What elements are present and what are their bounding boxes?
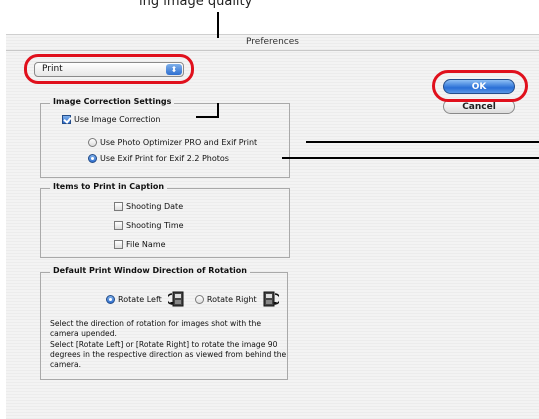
rotate-right-icon — [263, 291, 280, 307]
checkbox-icon — [114, 202, 123, 211]
radio-selected-icon — [106, 295, 115, 304]
radio-exif-print-label: Use Exif Print for Exif 2.2 Photos — [100, 154, 229, 163]
callout-line-exif-print — [282, 157, 539, 159]
checkbox-icon — [114, 240, 123, 249]
rotate-left-icon — [168, 291, 184, 307]
caption-item-shooting-time[interactable]: Shooting Time — [114, 221, 184, 230]
callout-ring-popup — [24, 54, 194, 84]
radio-photo-optimizer-label: Use Photo Optimizer PRO and Exif Print — [100, 138, 258, 147]
callout-line-top — [217, 12, 219, 33]
caption-item-shooting-date[interactable]: Shooting Date — [114, 202, 183, 211]
use-image-correction-checkbox[interactable]: Use Image Correction — [62, 115, 160, 124]
top-caption: ing image quality — [139, 0, 253, 9]
checkbox-checked-icon — [62, 115, 71, 124]
caption-item-label: Shooting Time — [126, 221, 184, 230]
caption-items-title: Items to Print in Caption — [50, 182, 168, 191]
use-image-correction-label: Use Image Correction — [74, 115, 161, 124]
caption-item-label: Shooting Date — [126, 202, 184, 211]
radio-exif-print[interactable]: Use Exif Print for Exif 2.2 Photos — [88, 154, 229, 163]
callout-ring-ok — [432, 70, 528, 102]
callout-line-image-correction-h — [196, 116, 219, 118]
rotation-options: Rotate Left Rotate Right — [106, 290, 287, 308]
callout-line-top-lower — [217, 33, 219, 38]
radio-unselected-icon — [88, 138, 97, 147]
radio-selected-icon — [88, 154, 97, 163]
rotation-title: Default Print Window Direction of Rotati… — [50, 266, 250, 275]
callout-line-photo-optimizer — [306, 141, 539, 143]
rotate-left-label: Rotate Left — [118, 295, 162, 304]
rotation-description-1: Select the direction of rotation for ima… — [50, 319, 262, 338]
rotation-description-2: Select [Rotate Left] or [Rotate Right] t… — [50, 340, 287, 369]
callout-line-image-correction-v — [217, 103, 219, 117]
radio-unselected-icon — [194, 295, 204, 304]
checkbox-icon — [114, 221, 123, 230]
dialog-title: Preferences — [246, 37, 299, 47]
title-bar-divider — [6, 50, 539, 51]
rotation-description: Select the direction of rotation for ima… — [50, 319, 290, 371]
rotate-left-radio[interactable]: Rotate Left — [106, 295, 162, 304]
image-correction-title: Image Correction Settings — [50, 97, 175, 106]
rotate-right-radio[interactable]: Rotate Right — [194, 295, 257, 304]
caption-item-file-name[interactable]: File Name — [114, 240, 166, 249]
caption-item-label: File Name — [126, 240, 166, 249]
rotate-right-label: Rotate Right — [206, 295, 257, 304]
radio-photo-optimizer[interactable]: Use Photo Optimizer PRO and Exif Print — [88, 138, 257, 147]
